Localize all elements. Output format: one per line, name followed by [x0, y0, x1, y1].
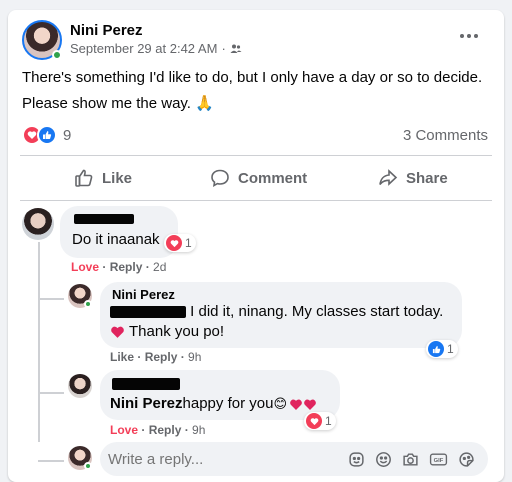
thread-connector — [38, 298, 64, 300]
friends-audience-icon[interactable] — [230, 43, 242, 55]
comment-reaction-count: 1 — [185, 236, 192, 250]
reply-link[interactable]: Reply — [110, 260, 143, 274]
reply-actions: Love · Reply · 9h — [110, 423, 206, 437]
reply-actions: Like · Reply · 9h — [110, 350, 202, 364]
gif-icon[interactable]: GIF — [429, 451, 448, 468]
post-timestamp[interactable]: September 29 at 2:42 AM — [70, 41, 217, 56]
thumbs-up-icon — [75, 169, 93, 187]
reply-text-line2: Thank you po! — [110, 322, 224, 342]
commenter-avatar[interactable] — [22, 208, 54, 240]
reply-reaction-count: 1 — [447, 342, 454, 356]
smile-emoji: 😊 — [273, 396, 287, 411]
redacted-name — [74, 214, 134, 224]
online-indicator — [84, 300, 92, 308]
reactions-summary[interactable]: 9 — [22, 125, 71, 145]
more-horizontal-icon — [460, 34, 478, 38]
love-link[interactable]: Love — [110, 423, 138, 437]
reply-text-line1: I did it, ninang. My classes start today… — [110, 302, 443, 322]
author-name[interactable]: Nini Perez — [70, 22, 143, 39]
sticker-icon[interactable] — [458, 451, 475, 468]
reply-text: Nini Perez happy for you 😊 — [110, 394, 317, 414]
red-heart-icon — [111, 326, 124, 338]
redacted-tag — [110, 306, 186, 319]
share-icon — [379, 169, 398, 186]
reaction-count: 9 — [63, 126, 72, 144]
divider-top — [20, 155, 492, 156]
love-reaction-icon — [166, 235, 182, 251]
comment-label: Comment — [238, 169, 308, 187]
reply-tools: GIF — [348, 451, 475, 468]
comment-icon — [211, 169, 229, 187]
reply-input[interactable] — [108, 448, 328, 470]
online-indicator — [52, 50, 62, 60]
camera-icon[interactable] — [402, 451, 419, 468]
avatar-sticker-icon[interactable] — [348, 451, 365, 468]
thread-connector — [38, 392, 64, 394]
reply-time[interactable]: 9h — [192, 423, 205, 437]
like-reaction-icon — [428, 341, 444, 357]
comment-button[interactable]: Comment — [210, 168, 307, 188]
red-heart-icon — [304, 399, 316, 410]
post-text-line2: Please show me the way. 🙏 — [22, 95, 214, 112]
like-button[interactable]: Like — [74, 168, 132, 188]
post-text-line1: There's something I'd like to do, but I … — [22, 69, 483, 86]
love-link[interactable]: Love — [71, 260, 99, 274]
share-button[interactable]: Share — [378, 168, 448, 188]
svg-text:GIF: GIF — [434, 458, 444, 464]
meta-separator: · — [221, 41, 226, 56]
comment-text: Do it inaanak — [72, 231, 160, 248]
like-label: Like — [102, 169, 133, 187]
divider-bottom — [20, 200, 492, 201]
more-options-button[interactable] — [460, 34, 478, 38]
post-card: Nini Perez September 29 at 2:42 AM · The… — [8, 10, 504, 482]
love-reaction-icon — [306, 413, 322, 429]
thread-line — [38, 242, 40, 442]
comment-reaction-pill[interactable]: 1 — [164, 234, 196, 252]
reply-author-name[interactable]: Nini Perez — [112, 287, 175, 302]
comment-time[interactable]: 2d — [153, 260, 166, 274]
redacted-name — [112, 378, 180, 390]
online-indicator — [84, 462, 92, 470]
comment-actions: Love · Reply · 2d — [71, 260, 167, 274]
reply-author-avatar[interactable] — [68, 374, 92, 398]
reply-link[interactable]: Reply — [149, 423, 182, 437]
like-link[interactable]: Like — [110, 350, 134, 364]
share-label: Share — [406, 169, 448, 187]
reply-reaction-pill[interactable]: 1 — [426, 340, 458, 358]
like-reaction-icon — [37, 125, 57, 145]
comments-count[interactable]: 3 Comments — [403, 127, 488, 144]
reply-link[interactable]: Reply — [145, 350, 178, 364]
thread-connector — [38, 460, 64, 462]
pray-emoji: 🙏 — [195, 95, 214, 112]
tagged-name[interactable]: Nini Perez — [110, 394, 183, 414]
reply-reaction-pill[interactable]: 1 — [304, 412, 336, 430]
red-heart-icon — [290, 399, 302, 410]
reply-reaction-count: 1 — [325, 414, 332, 428]
post-meta: September 29 at 2:42 AM · — [70, 41, 242, 56]
emoji-icon[interactable] — [375, 451, 392, 468]
reply-time[interactable]: 9h — [188, 350, 201, 364]
